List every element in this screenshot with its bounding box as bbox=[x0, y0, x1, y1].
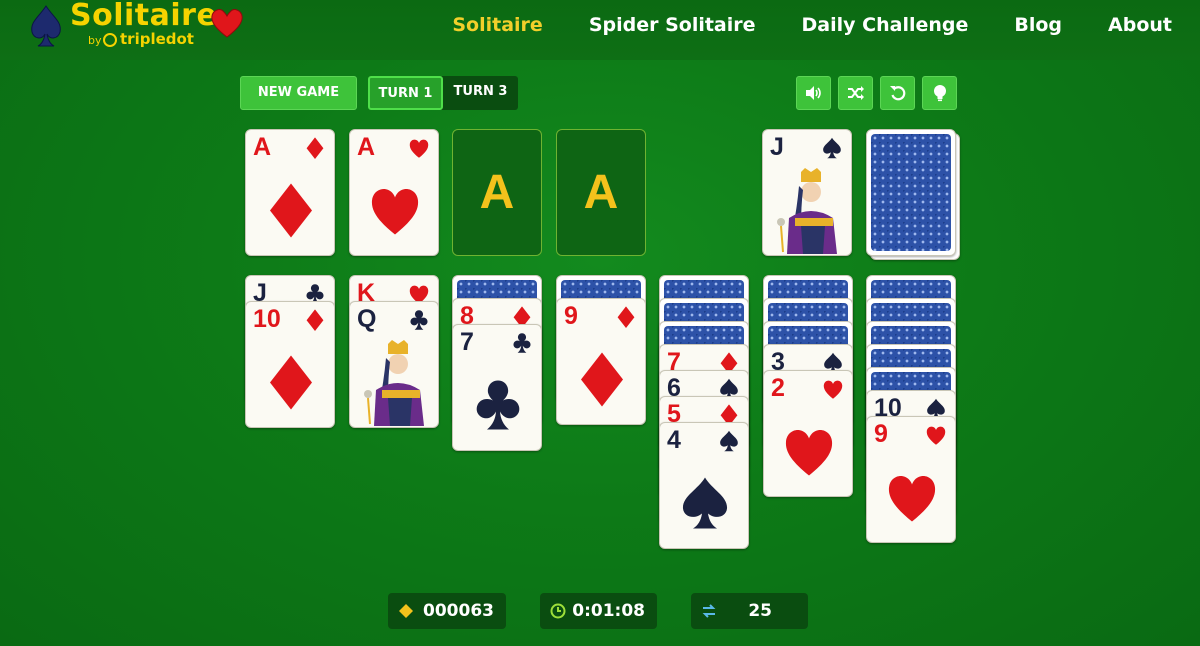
turn-mode-toggle: TURN 1 TURN 3 bbox=[368, 76, 518, 110]
foundation-slot[interactable]: A bbox=[556, 129, 646, 256]
club-icon bbox=[410, 310, 428, 330]
nav-daily-challenge[interactable]: Daily Challenge bbox=[802, 14, 969, 36]
main-nav: Solitaire Spider Solitaire Daily Challen… bbox=[452, 14, 1172, 36]
card-rank: A bbox=[357, 133, 376, 161]
hint-icon bbox=[933, 85, 946, 102]
heart-icon bbox=[926, 426, 946, 445]
club-icon bbox=[513, 333, 531, 353]
heart-large-icon bbox=[371, 189, 419, 235]
card-rank: 10 bbox=[253, 305, 281, 333]
heart-logo-icon bbox=[211, 9, 243, 38]
tripledot-icon bbox=[103, 33, 117, 47]
diamond-large-icon bbox=[581, 352, 623, 407]
turn-3-button[interactable]: TURN 3 bbox=[443, 76, 518, 110]
heart-icon bbox=[409, 139, 429, 158]
card-rank: Q bbox=[357, 305, 377, 333]
card-rank: 7 bbox=[460, 328, 474, 356]
diamond-large-icon bbox=[270, 183, 312, 238]
brand-title[interactable]: Solitaire bbox=[70, 0, 217, 33]
card-rank: A bbox=[253, 133, 272, 161]
score-display: 000063 bbox=[388, 593, 506, 629]
foundation-card[interactable]: A bbox=[349, 129, 439, 256]
hint-button[interactable] bbox=[922, 76, 957, 110]
spade-logo-icon bbox=[31, 5, 61, 47]
card-rank: 9 bbox=[874, 420, 888, 448]
card-rank: 2 bbox=[771, 374, 785, 402]
stock-pile[interactable] bbox=[866, 129, 956, 256]
new-game-button[interactable]: NEW GAME bbox=[240, 76, 357, 110]
moves-display: 25 bbox=[691, 593, 808, 629]
tableau-card[interactable]: 4 bbox=[659, 422, 749, 549]
nav-about[interactable]: About bbox=[1108, 14, 1172, 36]
tableau-card[interactable]: 9 bbox=[866, 416, 956, 543]
heart-large-icon bbox=[785, 430, 833, 476]
timer-display: 0:01:08 bbox=[540, 593, 657, 629]
spade-icon bbox=[823, 137, 841, 159]
nav-solitaire[interactable]: Solitaire bbox=[452, 14, 542, 36]
spade-large-icon bbox=[682, 477, 728, 529]
score-value: 000063 bbox=[423, 601, 494, 621]
heart-large-icon bbox=[888, 476, 936, 522]
nav-blog[interactable]: Blog bbox=[1014, 14, 1062, 36]
nav-spider-solitaire[interactable]: Spider Solitaire bbox=[589, 14, 756, 36]
waste-card[interactable]: J bbox=[762, 129, 852, 256]
brand-by: by bbox=[88, 34, 102, 47]
diamond-large-icon bbox=[270, 355, 312, 410]
face-card-art bbox=[364, 340, 424, 426]
tableau-card[interactable]: 10 bbox=[245, 301, 335, 428]
foundation-card[interactable]: A bbox=[245, 129, 335, 256]
undo-button[interactable] bbox=[880, 76, 915, 110]
foundation-slot-label: A bbox=[583, 166, 619, 219]
shuffle-button[interactable] bbox=[838, 76, 873, 110]
brand-name: tripledot bbox=[120, 30, 194, 48]
diamond-icon bbox=[617, 306, 635, 328]
moves-icon bbox=[702, 604, 716, 618]
clock-icon bbox=[550, 603, 566, 619]
tableau-card[interactable]: 2 bbox=[763, 370, 853, 497]
site-header: Solitaire by tripledot Solitaire Spider … bbox=[0, 0, 1200, 60]
tableau-card[interactable]: 7 bbox=[452, 324, 542, 451]
tableau-card[interactable]: Q bbox=[349, 301, 439, 428]
club-large-icon bbox=[476, 380, 520, 430]
card-back-pattern bbox=[871, 134, 951, 251]
foundation-slot[interactable]: A bbox=[452, 129, 542, 256]
sound-button[interactable] bbox=[796, 76, 831, 110]
card-rank: J bbox=[770, 133, 784, 161]
heart-icon bbox=[823, 380, 843, 399]
card-rank: 9 bbox=[564, 302, 578, 330]
diamond-score-icon bbox=[399, 604, 413, 618]
foundation-slot-label: A bbox=[479, 166, 515, 219]
undo-icon bbox=[889, 86, 905, 101]
timer-value: 0:01:08 bbox=[572, 601, 645, 621]
sound-icon bbox=[805, 86, 821, 100]
turn-1-button[interactable]: TURN 1 bbox=[368, 76, 443, 110]
diamond-icon bbox=[306, 137, 324, 159]
card-rank: 4 bbox=[667, 426, 681, 454]
diamond-icon bbox=[306, 309, 324, 331]
face-card-art bbox=[777, 168, 837, 254]
shuffle-icon bbox=[847, 86, 864, 100]
tableau-card[interactable]: 9 bbox=[556, 298, 646, 425]
spade-icon bbox=[720, 430, 738, 452]
moves-value: 25 bbox=[748, 601, 772, 621]
